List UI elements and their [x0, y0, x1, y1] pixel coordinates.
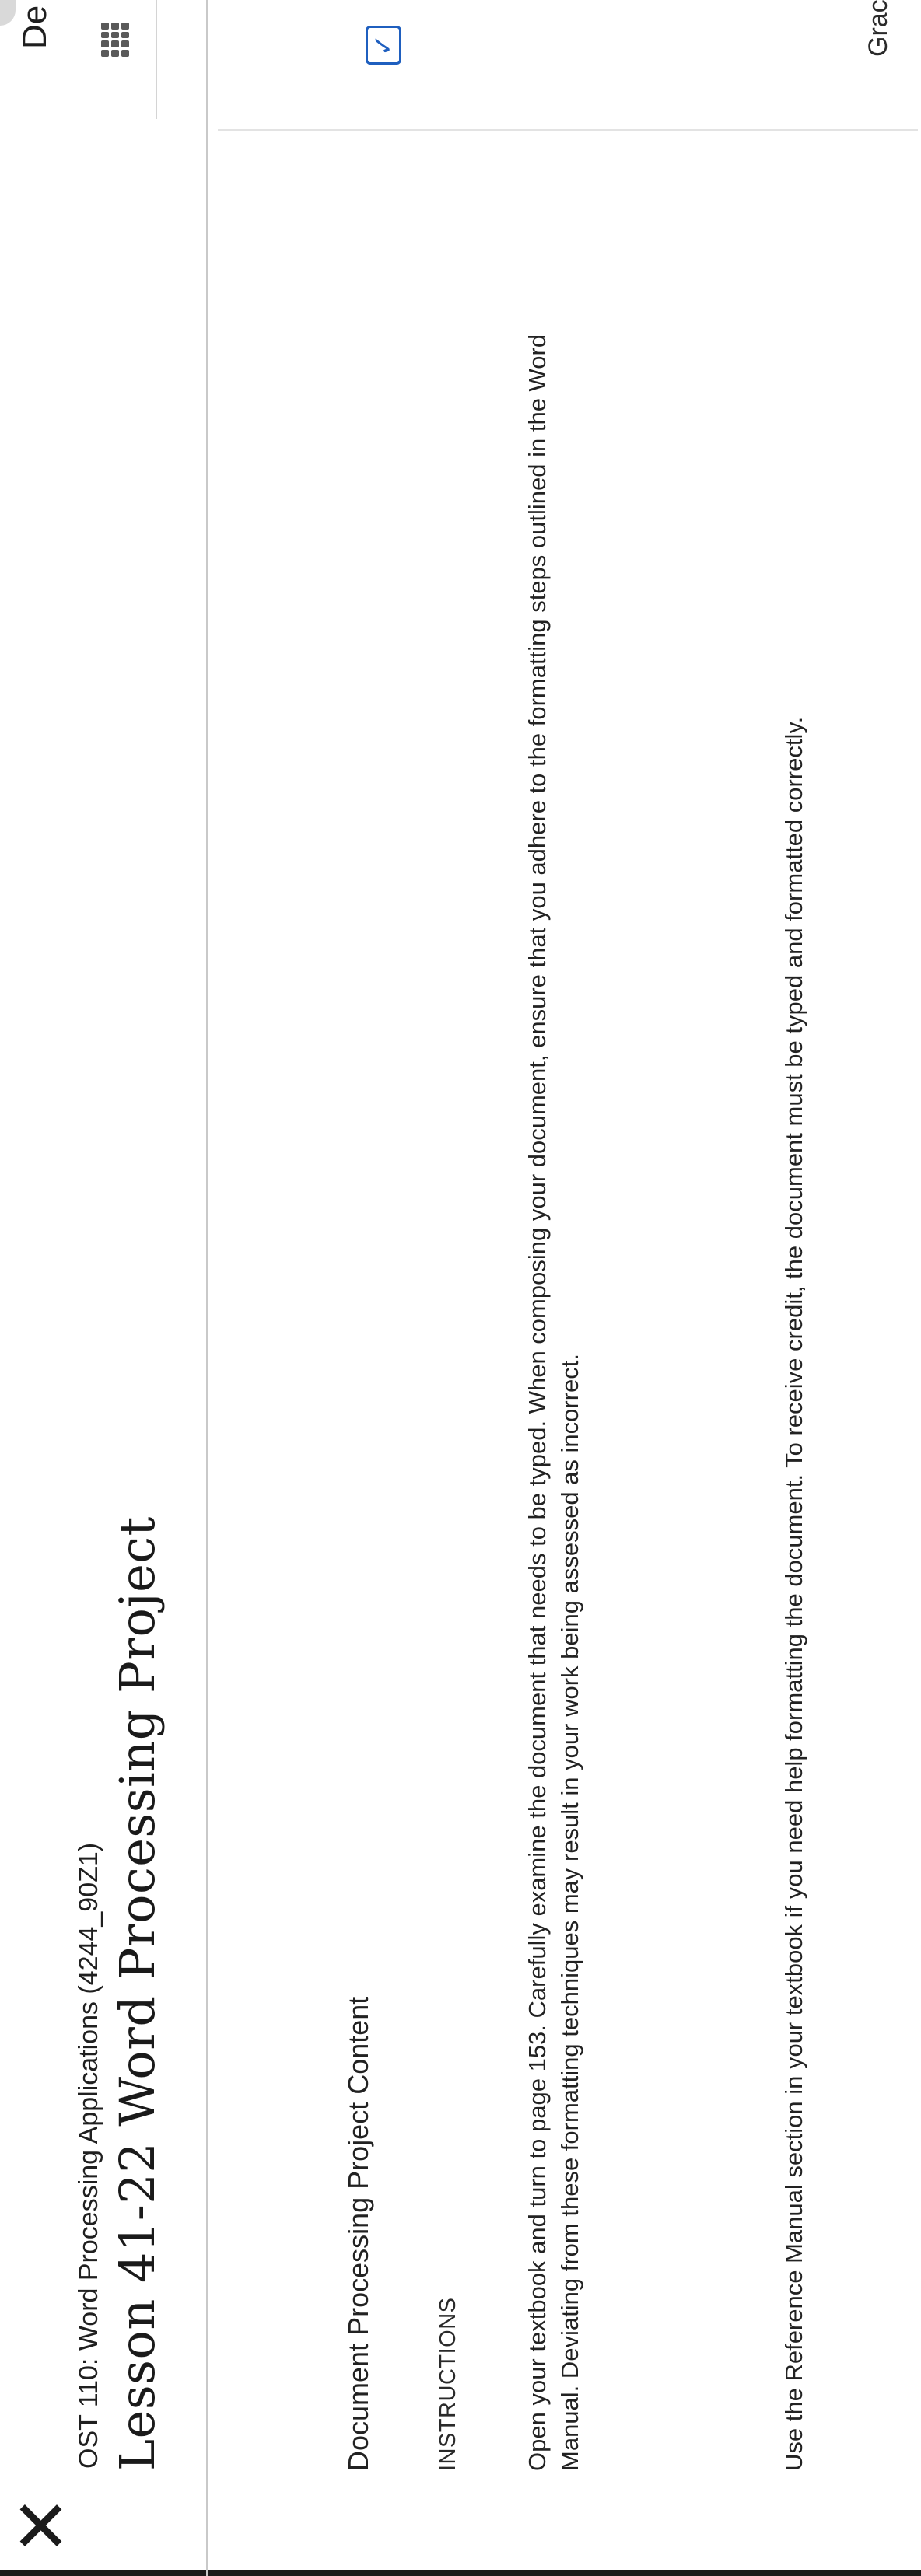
instructions-paragraph-1: Open your textbook and turn to page 153.… [524, 334, 583, 2471]
page-title: Lesson 41-22 Word Processing Project [109, 1516, 166, 2471]
close-icon[interactable]: ✕ [3, 2490, 82, 2560]
corner-decoration [0, 0, 16, 26]
window-edge [0, 2570, 921, 2576]
page-canvas: ✕ OST 110: Word Processing Applications … [0, 0, 921, 2576]
header-divider [206, 0, 208, 2576]
course-title: OST 110: Word Processing Applications (4… [74, 1842, 103, 2469]
grid-icon[interactable] [101, 23, 129, 57]
side-panel-rule [156, 0, 157, 119]
check-icon[interactable]: ✓ [366, 26, 401, 65]
instructions-paragraph-2: Use the Reference Manual section in your… [780, 716, 807, 2471]
side-panel-divider [218, 129, 918, 131]
instructions-heading: INSTRUCTIONS [436, 2297, 460, 2472]
side-panel-tab[interactable]: De [16, 5, 54, 49]
section-title: Document Processing Project Content [342, 1996, 374, 2471]
side-panel-footer-label: Grac [863, 0, 893, 57]
